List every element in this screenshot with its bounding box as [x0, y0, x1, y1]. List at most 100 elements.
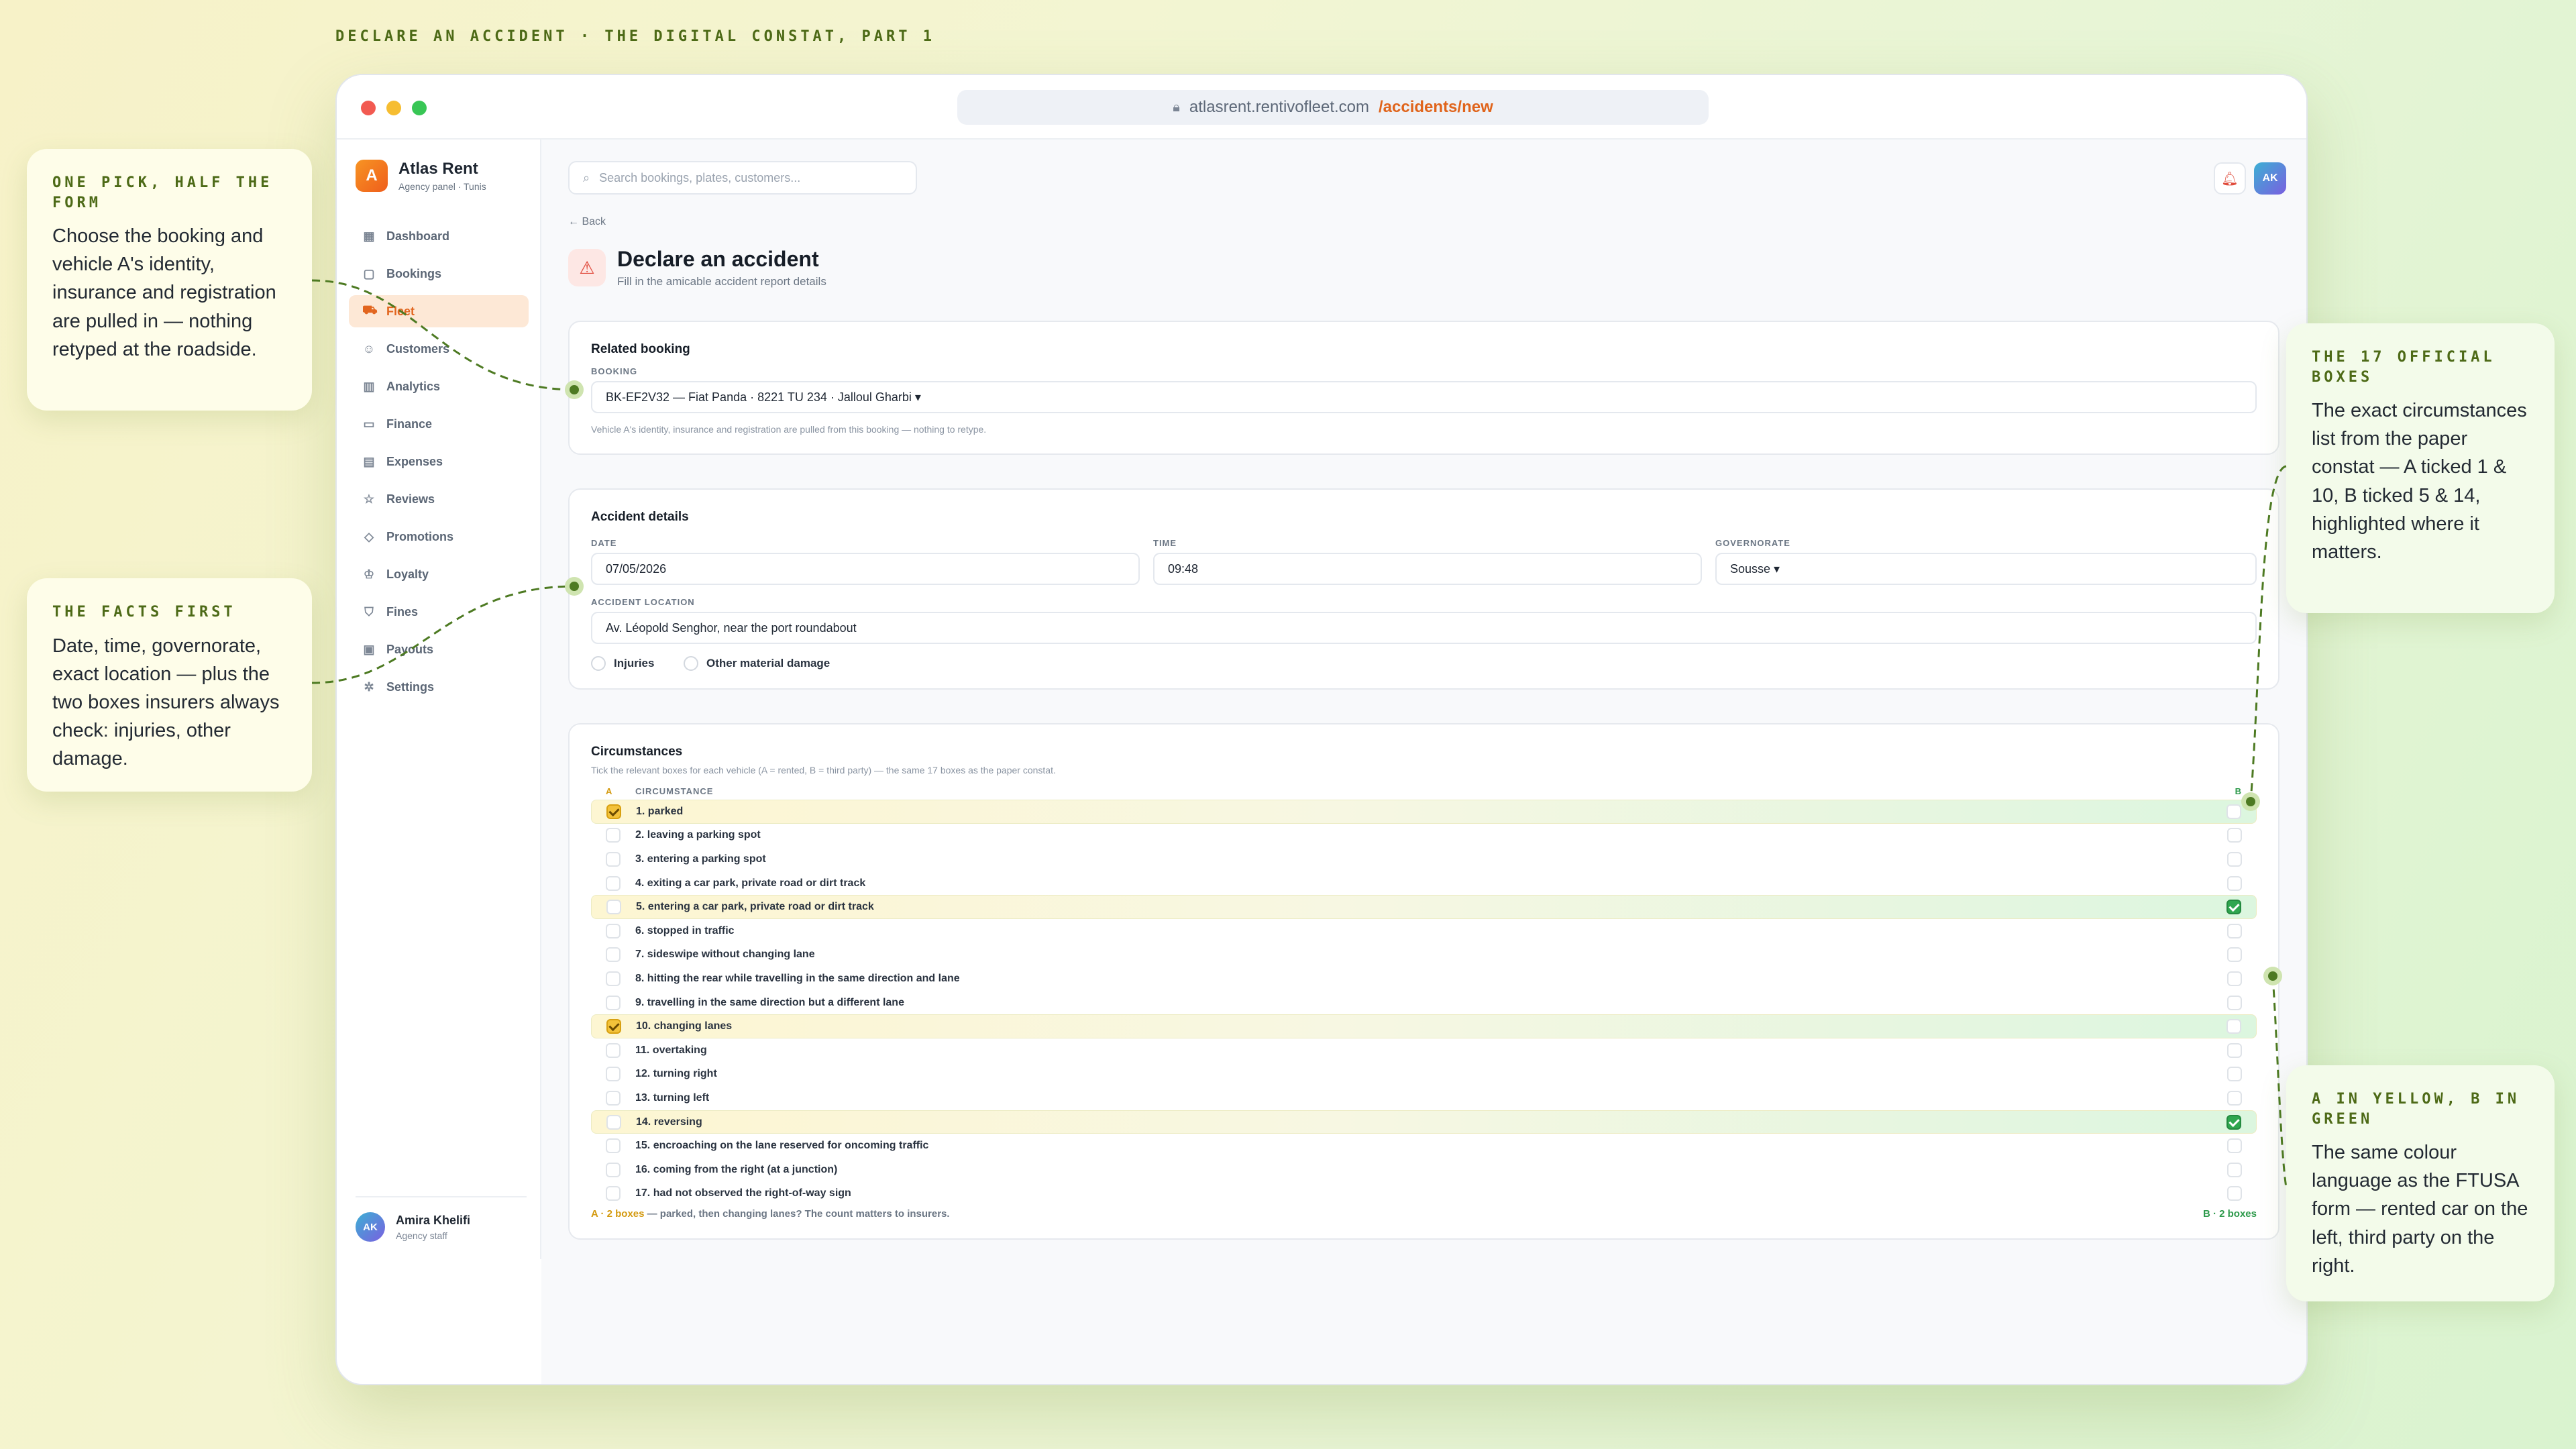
brand-name: Atlas Rent [398, 160, 478, 178]
checkbox-a[interactable] [606, 851, 621, 867]
checkbox-a[interactable] [606, 1162, 621, 1177]
checkbox-b[interactable] [2226, 1019, 2241, 1034]
checkbox-b[interactable] [2227, 1090, 2242, 1106]
url-path: /accidents/new [1379, 98, 1493, 116]
date-field[interactable]: 07/05/2026 [591, 553, 1140, 585]
booking-hint: Vehicle A's identity, insurance and regi… [591, 424, 987, 435]
checkbox-a[interactable] [606, 923, 621, 938]
circumstance-label: 1. parked [636, 805, 684, 817]
checkbox-b[interactable] [2226, 804, 2241, 819]
sidebar-item-label: Promotions [386, 529, 454, 543]
sidebar-nav: ▦ Dashboard ▢ Bookings ⛟ Fleet ☺ Customers ▥ Anal… [349, 220, 529, 708]
page-title: Declare an accident [617, 247, 819, 271]
maximize-window-dot[interactable] [412, 101, 427, 115]
circumstance-label: 14. reversing [636, 1116, 702, 1128]
sidebar-item-promotions[interactable]: ◇ Promotions [349, 521, 529, 553]
header-avatar[interactable]: AK [2254, 162, 2286, 195]
sidebar-item-loyalty[interactable]: ♔ Loyalty [349, 558, 529, 590]
column-circumstance: CIRCUMSTANCE [635, 786, 714, 796]
grid-icon: ▦ [363, 229, 375, 243]
location-field[interactable]: Av. Léopold Senghor, near the port round… [591, 612, 2257, 644]
checkbox-b[interactable] [2227, 1067, 2242, 1082]
injuries-checkbox[interactable]: Injuries [591, 656, 654, 671]
callout-facts-title: THE FACTS FIRST [52, 604, 236, 621]
sidebar-item-fleet[interactable]: ⛟ Fleet [349, 295, 529, 327]
sidebar-item-settings[interactable]: ✲ Settings [349, 671, 529, 703]
checkbox-a[interactable] [606, 1067, 621, 1082]
checkbox-b[interactable] [2227, 971, 2242, 986]
checkbox-b[interactable] [2227, 875, 2242, 891]
checkbox-a[interactable] [606, 1114, 621, 1130]
damage-checkbox[interactable]: Other material damage [684, 656, 830, 671]
minimize-window-dot[interactable] [386, 101, 401, 115]
sidebar-item-fines[interactable]: ⛉ Fines [349, 596, 529, 628]
user-profile[interactable]: AK Amira Khelifi Agency staff [356, 1196, 527, 1242]
checkbox-a[interactable] [606, 828, 621, 843]
injuries-box[interactable] [591, 656, 606, 671]
accident-details-title: Accident details [591, 510, 689, 524]
booking-label: BOOKING [591, 366, 638, 376]
checkbox-b[interactable] [2227, 851, 2242, 867]
summary-a: A · 2 boxes [591, 1208, 645, 1220]
checkbox-a[interactable] [606, 804, 621, 819]
sidebar-item-customers[interactable]: ☺ Customers [349, 333, 529, 365]
checkbox-a[interactable] [606, 1019, 621, 1034]
damage-box[interactable] [684, 656, 698, 671]
gear-icon: ✲ [364, 680, 374, 694]
close-window-dot[interactable] [361, 101, 376, 115]
checkbox-a[interactable] [606, 947, 621, 963]
checkbox-b[interactable] [2227, 1138, 2242, 1154]
checkbox-a[interactable] [606, 1186, 621, 1201]
checkbox-b[interactable] [2226, 1114, 2241, 1130]
circumstance-label: 5. entering a car park, private road or … [636, 901, 874, 913]
back-link[interactable]: ← Back [568, 216, 606, 228]
checkbox-b[interactable] [2227, 923, 2242, 938]
checkbox-b[interactable] [2227, 828, 2242, 843]
circumstances-hint: Tick the relevant boxes for each vehicle… [591, 765, 1056, 775]
sidebar-item-reviews[interactable]: ☆ Reviews [349, 483, 529, 515]
sidebar-item-bookings[interactable]: ▢ Bookings [349, 258, 529, 290]
search-input[interactable]: ⌕ Search bookings, plates, customers... [568, 161, 917, 195]
circumstance-row: 7. sideswipe without changing lane [591, 943, 2257, 967]
sidebar-item-expenses[interactable]: ▤ Expenses [349, 445, 529, 478]
booking-select[interactable]: BK-EF2V32 — Fiat Panda · 8221 TU 234 · J… [591, 381, 2257, 413]
checkbox-a[interactable] [606, 1138, 621, 1154]
circumstance-row: 16. coming from the right (at a junction… [591, 1158, 2257, 1182]
checkbox-b[interactable] [2227, 1042, 2242, 1058]
callout-one-pick-body: Choose the booking and vehicle A's ident… [52, 225, 276, 360]
sidebar-item-dashboard[interactable]: ▦ Dashboard [349, 220, 529, 252]
related-booking-card: Related booking BOOKING BK-EF2V32 — Fiat… [568, 321, 2279, 455]
crown-icon: ♔ [363, 567, 375, 581]
circumstance-label: 4. exiting a car park, private road or d… [635, 877, 866, 889]
sidebar-item-analytics[interactable]: ▥ Analytics [349, 370, 529, 402]
circumstance-label: 13. turning left [635, 1091, 710, 1104]
users-icon: ☺ [362, 341, 376, 356]
checkbox-a[interactable] [606, 900, 621, 915]
star-icon: ☆ [363, 492, 375, 506]
circumstance-label: 11. overtaking [635, 1044, 707, 1056]
sidebar-item-label: Analytics [386, 379, 441, 393]
checkbox-a[interactable] [606, 1090, 621, 1106]
checkbox-b[interactable] [2227, 1162, 2242, 1177]
checkbox-a[interactable] [606, 1042, 621, 1058]
checkbox-a[interactable] [606, 995, 621, 1010]
accident-details-card: Accident details DATE 07/05/2026 TIME 09… [568, 488, 2279, 690]
governorate-select[interactable]: Sousse ▾ [1715, 553, 2257, 585]
notifications-button[interactable]: 🔔︎ [2214, 162, 2246, 195]
sidebar-item-label: Finance [386, 417, 433, 431]
sidebar-item-finance[interactable]: ▭ Finance [349, 408, 529, 440]
checkbox-b[interactable] [2227, 947, 2242, 963]
sidebar-item-payouts[interactable]: ▣ Payouts [349, 633, 529, 665]
brand[interactable]: A Atlas Rent Agency panel · Tunis [356, 160, 486, 192]
summary-b: B · 2 boxes [2202, 1208, 2257, 1220]
circumstance-label: 10. changing lanes [636, 1020, 733, 1032]
payout-icon: ▣ [363, 642, 375, 656]
address-bar[interactable]: 🔒︎ atlasrent.rentivofleet.com /accidents… [957, 90, 1709, 125]
sidebar-item-label: Settings [386, 680, 435, 694]
checkbox-b[interactable] [2227, 995, 2242, 1010]
checkbox-b[interactable] [2226, 900, 2241, 915]
checkbox-b[interactable] [2227, 1186, 2242, 1201]
checkbox-a[interactable] [606, 875, 621, 891]
time-field[interactable]: 09:48 [1153, 553, 1702, 585]
checkbox-a[interactable] [606, 971, 621, 986]
